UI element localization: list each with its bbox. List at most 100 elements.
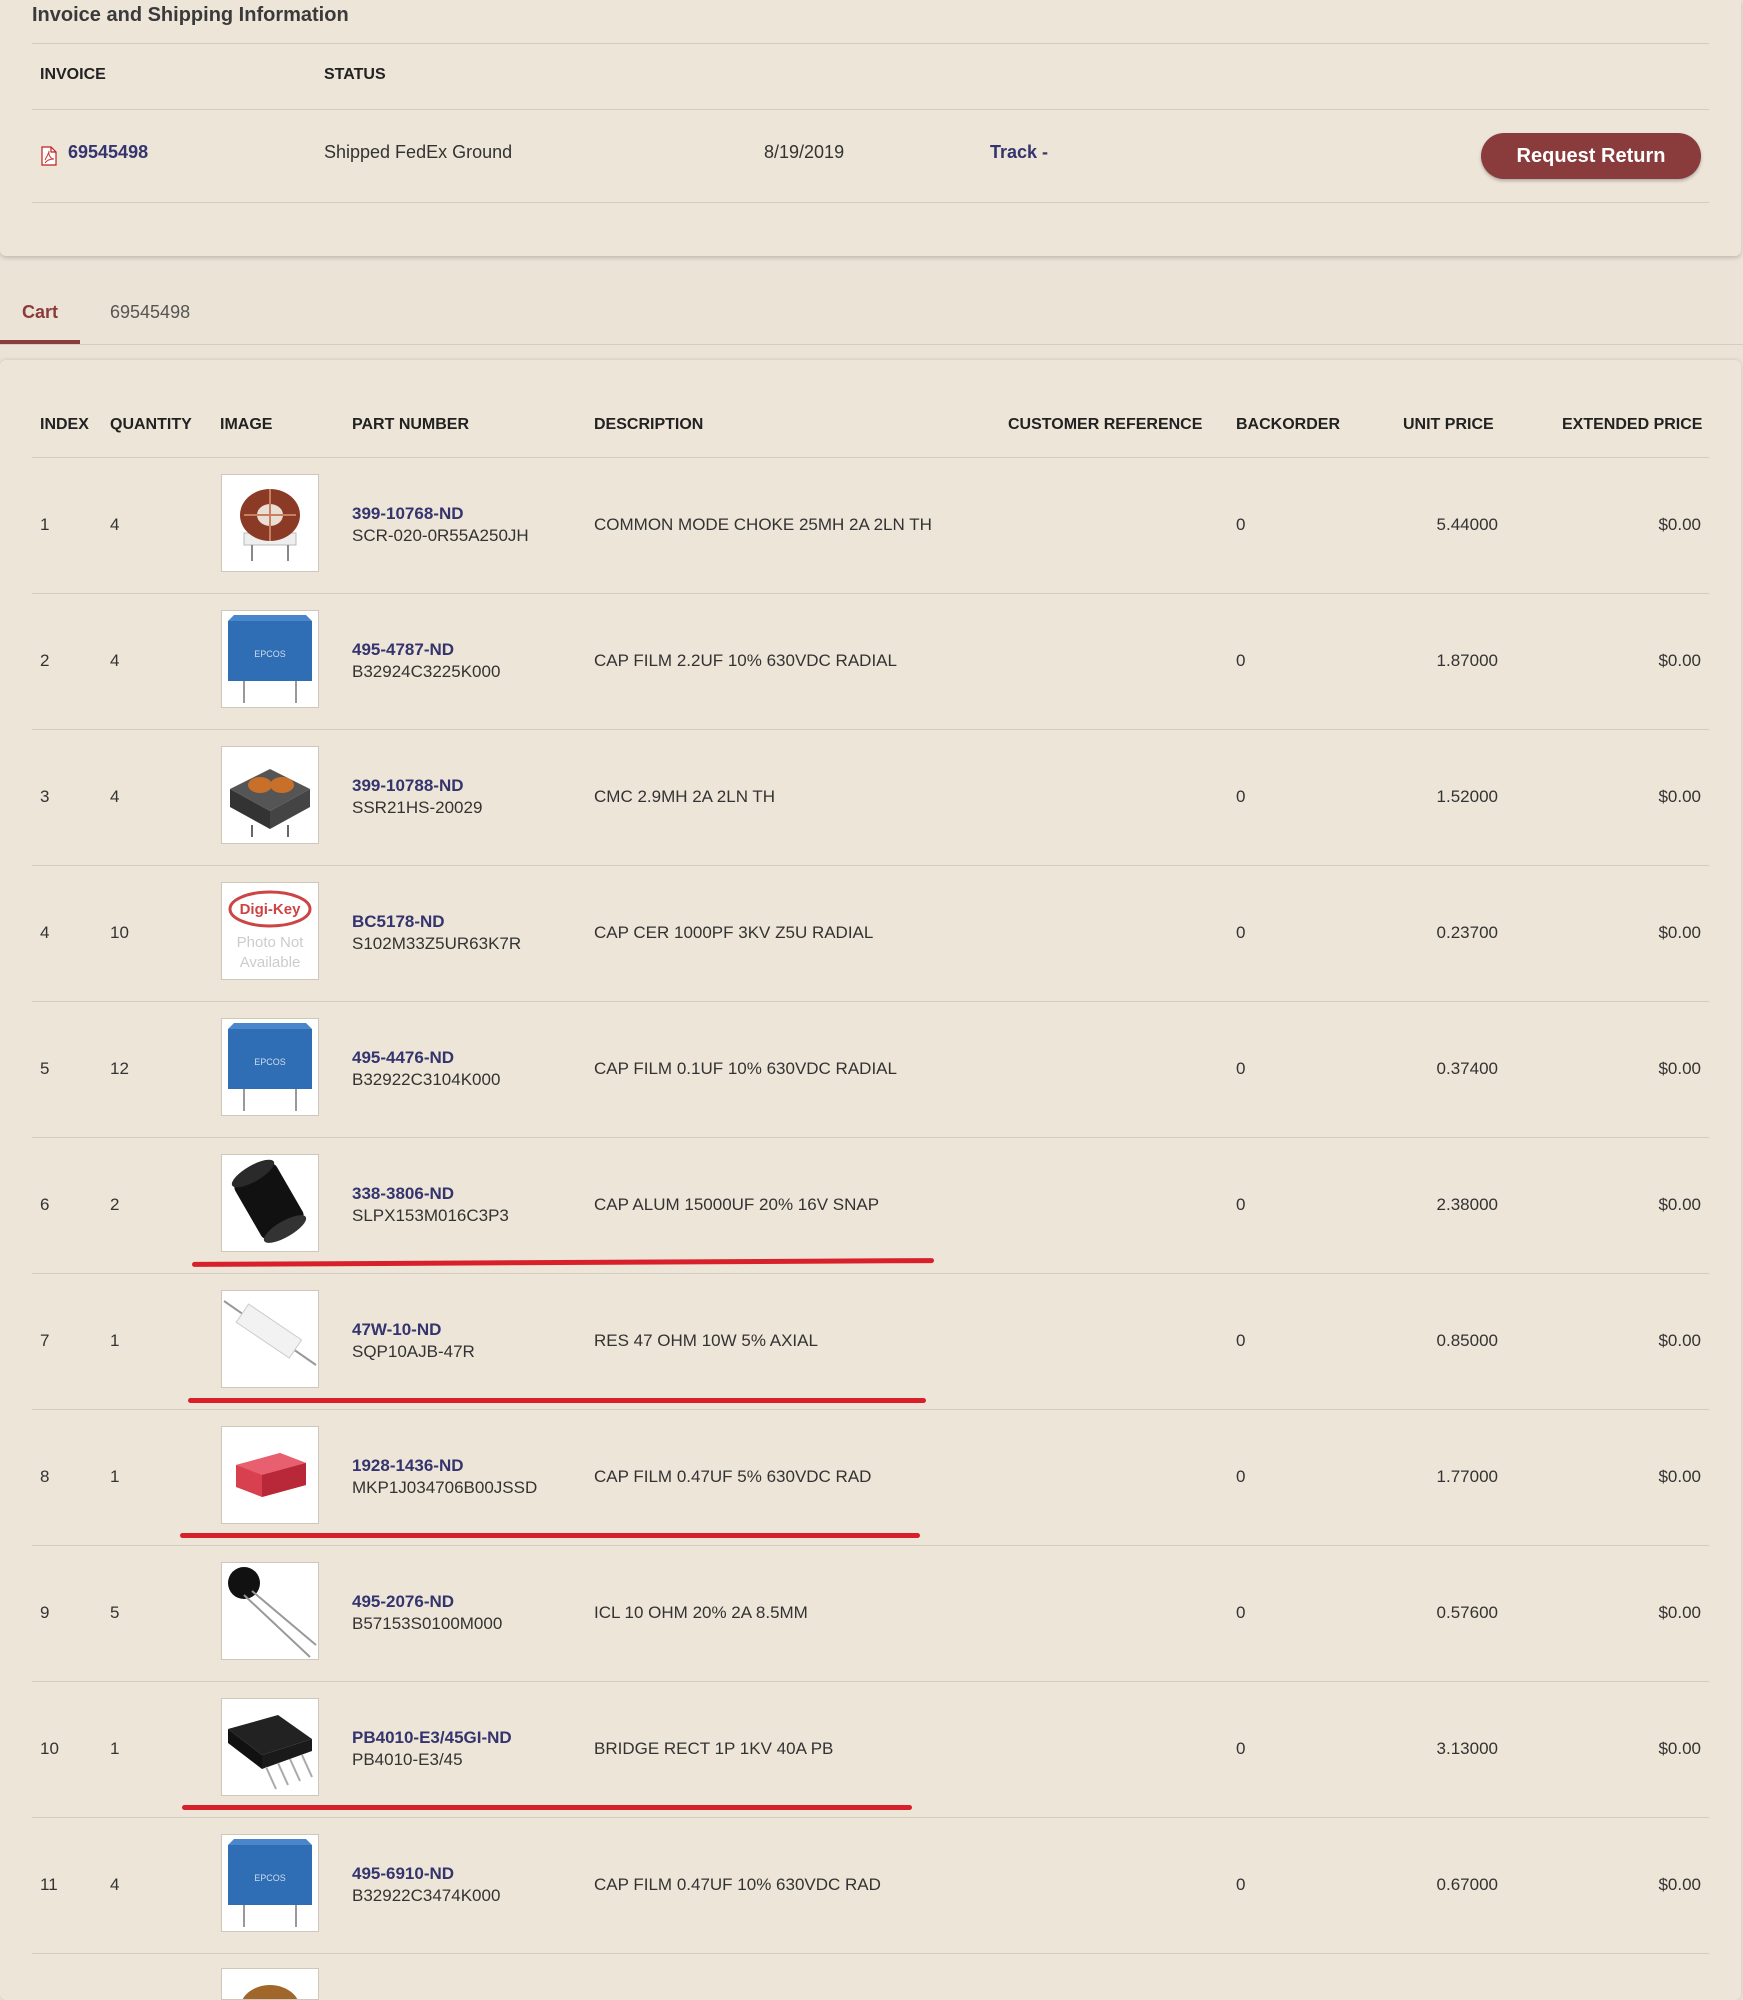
cell-quantity: 4 <box>110 651 120 670</box>
thermistor-icon[interactable] <box>221 1562 319 1660</box>
th-customer-reference[interactable]: CUSTOMER REFERENCE <box>1008 416 1202 434</box>
svg-text:EPCOS: EPCOS <box>254 1057 286 1067</box>
red-film-capacitor-icon[interactable] <box>221 1426 319 1524</box>
cell-quantity: 4 <box>110 515 120 534</box>
section-title: Invoice and Shipping Information <box>32 4 349 26</box>
cell-description: COMMON MODE CHOKE 25MH 2A 2LN TH <box>594 515 932 534</box>
bridge-rectifier-icon[interactable] <box>221 1698 319 1796</box>
cell-quantity: 12 <box>110 1059 129 1078</box>
photo-not-available-icon[interactable]: Digi-Key Photo Not Available <box>221 882 319 980</box>
table-row: 10 1 PB4010-E3/45GI-ND PB4010-E3/45 BRIDGE R… <box>0 1682 1743 1818</box>
cell-index: 2 <box>40 651 50 670</box>
cell-extended-price: $0.00 <box>1658 1875 1701 1894</box>
film-capacitor-icon[interactable]: EPCOS <box>221 1834 319 1932</box>
th-index[interactable]: INDEX <box>40 416 89 434</box>
cell-unit-price: 1.87000 <box>1436 651 1498 670</box>
part-number-link[interactable]: 338-3806-ND <box>352 1184 454 1204</box>
part-number-link[interactable]: 399-10788-ND <box>352 776 464 796</box>
cell-description: CAP ALUM 15000UF 20% 16V SNAP <box>594 1195 880 1214</box>
ship-date: 8/19/2019 <box>764 142 845 162</box>
divider <box>32 202 1709 203</box>
cell-backorder: 0 <box>1236 1195 1246 1214</box>
col-header-invoice: INVOICE <box>40 66 106 83</box>
cell-quantity: 4 <box>110 1875 120 1894</box>
annotation-underline <box>180 1533 920 1538</box>
cell-index: 4 <box>40 923 50 942</box>
manufacturer-part-number: S102M33Z5UR63K7R <box>352 934 522 953</box>
th-quantity[interactable]: QUANTITY <box>110 416 192 434</box>
film-capacitor-icon[interactable]: EPCOS <box>221 610 319 708</box>
part-number-link[interactable]: 495-2076-ND <box>352 1592 454 1612</box>
part-number-link[interactable]: 495-6910-ND <box>352 1864 454 1884</box>
tab-invoice[interactable]: 69545498 <box>110 302 190 323</box>
cell-unit-price: 1.77000 <box>1436 1467 1498 1486</box>
part-number-link[interactable]: 495-4787-ND <box>352 640 454 660</box>
table-row: 5 12 EPCOS 495-4476-ND B32922C3104K000 CAP FI… <box>0 1002 1743 1138</box>
manufacturer-part-number: SCR-020-0R55A250JH <box>352 526 529 545</box>
manufacturer-part-number: B32922C3474K000 <box>352 1886 501 1905</box>
cell-description: BRIDGE RECT 1P 1KV 40A PB <box>594 1739 834 1758</box>
manufacturer-part-number: PB4010-E3/45 <box>352 1750 463 1769</box>
th-backorder[interactable]: BACKORDER <box>1236 416 1340 434</box>
cell-extended-price: $0.00 <box>1658 787 1701 806</box>
cell-extended-price: $0.00 <box>1658 1603 1701 1622</box>
table-row: 4 10 Digi-Key Photo Not Available BC5178-ND S1… <box>0 866 1743 1002</box>
invoice-shipping-card <box>0 0 1741 256</box>
cell-quantity: 2 <box>110 1195 120 1214</box>
table-row: 8 1 1928-1436-ND MKP1J034706B00JSSD CAP FILM… <box>0 1410 1743 1546</box>
cell-description: CAP CER 1000PF 3KV Z5U RADIAL <box>594 923 874 942</box>
track-link[interactable]: Track - <box>990 142 1048 163</box>
cell-quantity: 5 <box>110 1603 120 1622</box>
part-number-link[interactable]: PB4010-E3/45GI-ND <box>352 1728 512 1748</box>
pdf-icon[interactable] <box>40 146 58 166</box>
part-number-link[interactable]: 1928-1436-ND <box>352 1456 464 1476</box>
table-row: 11 4 EPCOS 495-6910-ND B32922C3474K000 CAP FI… <box>0 1818 1743 1954</box>
cell-extended-price: $0.00 <box>1658 1059 1701 1078</box>
tabs-divider <box>0 344 1743 345</box>
choke-module-icon[interactable] <box>221 746 319 844</box>
divider <box>32 43 1709 44</box>
th-unit-price[interactable]: UNIT PRICE <box>1403 416 1494 434</box>
cell-index: 11 <box>40 1875 58 1894</box>
table-row: 2 4 EPCOS 495-4787-ND B32924C3225K000 CAP FIL… <box>0 594 1743 730</box>
cell-backorder: 0 <box>1236 1875 1246 1894</box>
cell-unit-price: 2.38000 <box>1436 1195 1498 1214</box>
th-description[interactable]: DESCRIPTION <box>594 416 703 434</box>
toroid-choke-icon[interactable] <box>221 474 319 572</box>
cell-quantity: 10 <box>110 923 129 942</box>
cell-index: 3 <box>40 787 50 806</box>
annotation-underline <box>188 1398 926 1403</box>
cell-quantity: 4 <box>110 787 120 806</box>
invoice-link[interactable]: 69545498 <box>68 142 148 163</box>
cell-unit-price: 0.57600 <box>1436 1603 1498 1622</box>
manufacturer-part-number: SSR21HS-20029 <box>352 798 483 817</box>
table-row: 6 2 338-3806-ND SLPX153M016C3P3 CAP ALUM 150… <box>0 1138 1743 1274</box>
manufacturer-part-number: SQP10AJB-47R <box>352 1342 475 1361</box>
tab-cart[interactable]: Cart <box>22 302 58 323</box>
cell-index: 9 <box>40 1603 50 1622</box>
cell-backorder: 0 <box>1236 515 1246 534</box>
svg-text:Digi-Key: Digi-Key <box>240 901 302 918</box>
cell-extended-price: $0.00 <box>1658 1195 1701 1214</box>
col-header-status: STATUS <box>324 66 386 83</box>
cell-unit-price: 3.13000 <box>1436 1739 1498 1758</box>
electrolytic-capacitor-icon[interactable] <box>221 1154 319 1252</box>
power-resistor-icon[interactable] <box>221 1290 319 1388</box>
th-part-number[interactable]: PART NUMBER <box>352 416 469 434</box>
th-extended-price[interactable]: EXTENDED PRICE <box>1562 416 1702 434</box>
film-capacitor-icon[interactable]: EPCOS <box>221 1018 319 1116</box>
request-return-button[interactable]: Request Return <box>1481 133 1701 179</box>
cell-unit-price: 0.23700 <box>1436 923 1498 942</box>
shipping-status: Shipped FedEx Ground <box>324 142 513 162</box>
manufacturer-part-number: SLPX153M016C3P3 <box>352 1206 509 1225</box>
cell-extended-price: $0.00 <box>1658 1467 1701 1486</box>
cell-extended-price: $0.00 <box>1658 1739 1701 1758</box>
part-number-link[interactable]: 495-4476-ND <box>352 1048 454 1068</box>
svg-text:EPCOS: EPCOS <box>254 649 286 659</box>
cell-index: 8 <box>40 1467 50 1486</box>
cell-unit-price: 0.37400 <box>1436 1059 1498 1078</box>
part-number-link[interactable]: 47W-10-ND <box>352 1320 441 1340</box>
part-number-link[interactable]: BC5178-ND <box>352 912 445 932</box>
cell-backorder: 0 <box>1236 1467 1246 1486</box>
part-number-link[interactable]: 399-10768-ND <box>352 504 464 524</box>
